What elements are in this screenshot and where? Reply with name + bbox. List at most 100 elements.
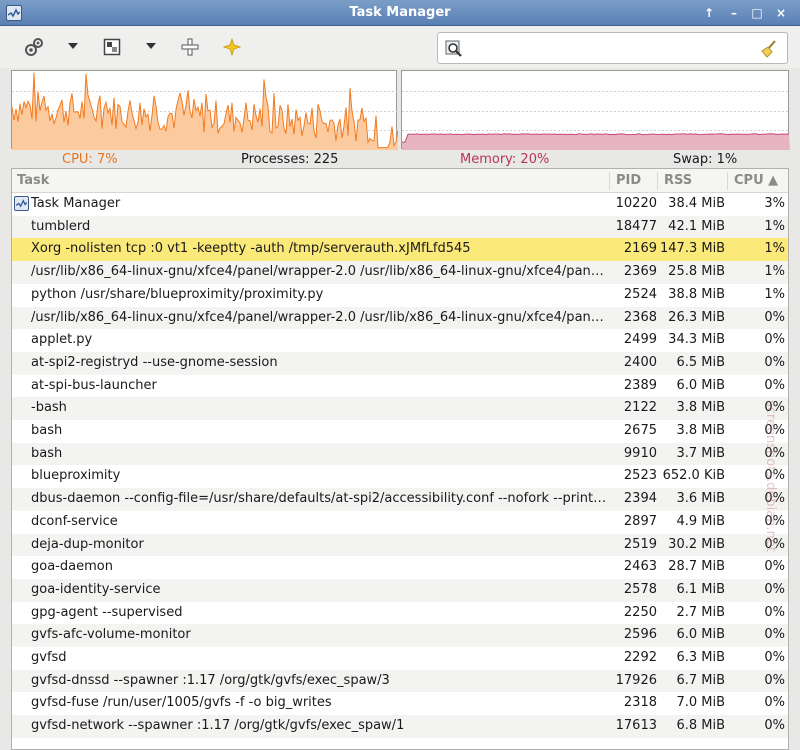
table-row[interactable]: gvfs-afc-volume-monitor 2596 6.0 MiB 0% (12, 624, 788, 647)
rss-cell: 6.1 MiB (676, 581, 725, 597)
rss-cell: 38.8 MiB (668, 286, 725, 302)
rss-cell: 3.8 MiB (676, 400, 725, 416)
gears-icon (25, 38, 43, 56)
rss-cell: 4.9 MiB (676, 513, 725, 529)
search-icon (445, 40, 462, 57)
column-header-task[interactable]: Task (17, 173, 49, 188)
task-name-cell: goa-identity-service (31, 581, 161, 597)
task-name-cell: /usr/lib/x86_64-linux-gnu/xfce4/panel/wr… (31, 309, 609, 325)
clear-broom-icon[interactable] (759, 39, 779, 59)
table-row[interactable]: gvfsd-fuse /run/user/1005/gvfs -f -o big… (12, 692, 788, 715)
pid-cell: 2524 (623, 286, 657, 302)
search-box[interactable] (437, 32, 788, 64)
settings-dropdown-arrow-icon[interactable] (68, 43, 78, 49)
search-input[interactable] (468, 38, 748, 58)
toolbar (0, 26, 800, 68)
rss-cell: 6.8 MiB (676, 718, 725, 734)
table-row[interactable]: dbus-daemon --config-file=/usr/share/def… (12, 488, 788, 511)
rss-cell: 6.5 MiB (676, 354, 725, 370)
task-name-cell: python /usr/share/blueproximity/proximit… (31, 286, 324, 302)
minimize-button[interactable]: – (725, 4, 743, 22)
table-row[interactable]: goa-daemon 2463 28.7 MiB 0% (12, 556, 788, 579)
cpu-cell: 0% (764, 718, 785, 734)
table-row[interactable]: bash 9910 3.7 MiB 0% (12, 442, 788, 466)
column-header-rss[interactable]: RSS (664, 173, 692, 188)
pid-cell: 2499 (623, 332, 657, 348)
task-name-cell: dbus-daemon --config-file=/usr/share/def… (31, 491, 609, 507)
cpu-cell: 1% (764, 264, 785, 280)
table-row[interactable]: gpg-agent --supervised 2250 2.7 MiB 0% (12, 602, 788, 625)
task-name-cell: at-spi2-registryd --use-gnome-session (31, 354, 278, 370)
pid-cell: 2675 (623, 423, 657, 438)
table-row[interactable]: at-spi2-registryd --use-gnome-session 240… (12, 351, 788, 375)
cpu-cell: 0% (764, 377, 785, 393)
pid-cell: 10220 (615, 196, 657, 211)
task-name-cell: dconf-service (31, 513, 118, 529)
pid-cell: 17613 (615, 718, 657, 734)
cpu-cell: 0% (764, 309, 785, 325)
task-name-cell: gvfsd-fuse /run/user/1005/gvfs -f -o big… (31, 695, 332, 711)
pid-cell: 2519 (623, 536, 657, 552)
rss-cell: 6.7 MiB (676, 672, 725, 688)
column-separator (657, 172, 658, 190)
title-bar[interactable]: Task Manager ↑ – □ × (0, 0, 800, 26)
maximize-button[interactable]: □ (748, 4, 766, 22)
cpu-cell: 1% (764, 241, 785, 257)
column-header-pid[interactable]: PID (616, 173, 641, 188)
pid-cell: 2318 (623, 695, 657, 711)
rss-cell: 26.3 MiB (668, 309, 725, 325)
crosshair-icon (181, 38, 199, 56)
task-name-cell: Xorg -nolisten tcp :0 vt1 -keeptty -auth… (31, 241, 471, 257)
table-row[interactable]: goa-identity-service 2578 6.1 MiB 0% (12, 578, 788, 602)
process-table[interactable]: Task PID RSS CPU ▲ Task Manager 10220 38.4… (11, 168, 789, 750)
pid-cell: 18477 (615, 218, 657, 234)
rss-cell: 25.8 MiB (668, 264, 725, 280)
swap-usage-label: Swap: 1% (673, 152, 738, 167)
table-row[interactable]: blueproximity 2523 652.0 KiB 0% (12, 465, 788, 488)
task-name-cell: gpg-agent --supervised (31, 604, 183, 620)
table-row[interactable]: at-spi-bus-launcher 2389 6.0 MiB 0% (12, 375, 788, 398)
close-button[interactable]: × (772, 4, 790, 22)
rss-cell: 42.1 MiB (668, 218, 725, 234)
table-row[interactable]: Task Manager 10220 38.4 MiB 3% (12, 193, 788, 216)
window-picker-button[interactable] (100, 35, 124, 59)
pid-cell: 2369 (623, 264, 657, 280)
table-row[interactable]: gvfsd-dnssd --spawner :1.17 /org/gtk/gvf… (12, 669, 788, 693)
settings-gears-button[interactable] (22, 35, 46, 59)
table-row[interactable]: deja-dup-monitor 2519 30.2 MiB 0% (12, 533, 788, 557)
table-row[interactable]: /usr/lib/x86_64-linux-gnu/xfce4/panel/wr… (12, 306, 788, 330)
memory-usage-label: Memory: 20% (460, 152, 550, 167)
process-count-label: Processes: 225 (241, 152, 339, 167)
pid-cell: 2368 (623, 309, 657, 325)
column-header-cpu[interactable]: CPU ▲ (734, 173, 778, 188)
window-dropdown-arrow-icon[interactable] (146, 43, 156, 49)
pid-cell: 2169 (623, 241, 657, 257)
window-title: Task Manager (349, 5, 451, 20)
table-row[interactable]: -bash 2122 3.8 MiB 0% (12, 397, 788, 420)
pid-cell: 2463 (623, 559, 657, 575)
sparkle-star-icon (223, 38, 241, 56)
cpu-cell: 1% (764, 286, 785, 302)
cpu-cell: 0% (764, 332, 785, 348)
table-row[interactable]: gvfsd-network --spawner :1.17 /org/gtk/g… (12, 715, 788, 738)
cpu-usage-label: CPU: 7% (62, 152, 118, 167)
table-row[interactable]: Xorg -nolisten tcp :0 vt1 -keeptty -auth… (12, 238, 788, 262)
keep-above-button[interactable]: ↑ (700, 4, 718, 22)
table-row[interactable]: bash 2675 3.8 MiB 0% (12, 420, 788, 443)
pid-cell: 2389 (623, 377, 657, 393)
pid-cell: 2523 (623, 468, 657, 484)
table-row[interactable]: python /usr/share/blueproximity/proximit… (12, 284, 788, 307)
task-name-cell: -bash (31, 400, 67, 416)
table-row[interactable]: dconf-service 2897 4.9 MiB 0% (12, 511, 788, 534)
task-name-cell: applet.py (31, 332, 93, 348)
cpu-cell: 0% (764, 627, 785, 643)
cpu-cell: 0% (764, 604, 785, 620)
table-row[interactable]: tumblerd 18477 42.1 MiB 1% (12, 215, 788, 239)
highlight-new-button[interactable] (220, 35, 244, 59)
table-row[interactable]: /usr/lib/x86_64-linux-gnu/xfce4/panel/wr… (12, 261, 788, 284)
table-row[interactable]: applet.py 2499 34.3 MiB 0% (12, 329, 788, 352)
crosshair-select-button[interactable] (178, 35, 202, 59)
table-row[interactable]: gvfsd 2292 6.3 MiB 0% (12, 647, 788, 670)
memory-graph (401, 70, 790, 150)
pid-cell: 2578 (623, 581, 657, 597)
